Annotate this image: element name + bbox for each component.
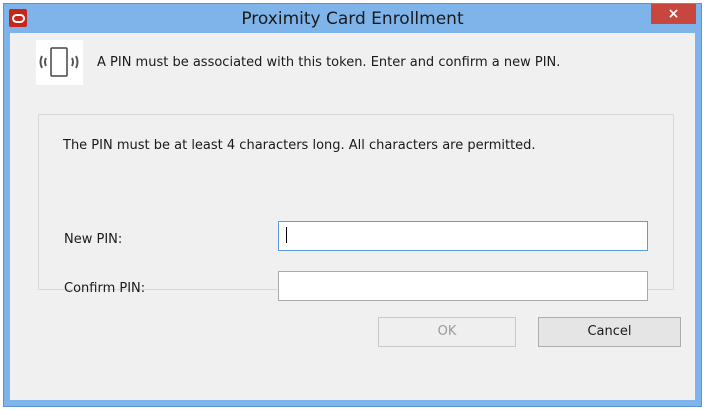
cancel-button[interactable]: Cancel: [538, 317, 681, 347]
confirm-pin-field[interactable]: [278, 271, 648, 301]
new-pin-field[interactable]: [278, 221, 648, 251]
text-caret: [286, 227, 287, 243]
intro-text: A PIN must be associated with this token…: [97, 55, 561, 70]
ok-button[interactable]: OK: [378, 317, 516, 347]
close-button[interactable]: ×: [651, 4, 696, 24]
pin-requirements-text: The PIN must be at least 4 characters lo…: [63, 138, 536, 153]
title-bar[interactable]: Proximity Card Enrollment ×: [4, 4, 701, 34]
proximity-card-icon: [36, 40, 83, 85]
new-pin-label: New PIN:: [64, 232, 123, 247]
confirm-pin-label: Confirm PIN:: [64, 281, 146, 296]
window-title: Proximity Card Enrollment: [241, 9, 464, 29]
